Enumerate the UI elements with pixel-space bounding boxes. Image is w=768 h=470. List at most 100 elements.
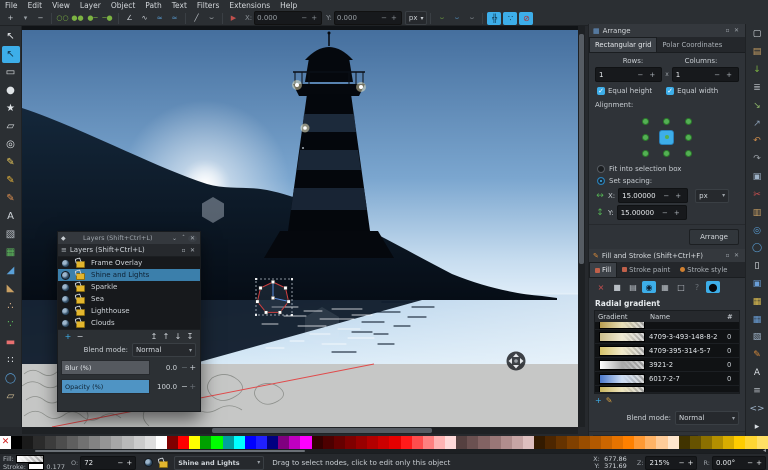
palette-swatch[interactable] bbox=[701, 436, 712, 449]
lower-layer-bottom-button[interactable]: ↧ bbox=[184, 332, 196, 341]
layers-opacity-slider[interactable]: Opacity (%) bbox=[61, 379, 150, 394]
paint-mesh-button[interactable]: ⬤ bbox=[706, 281, 720, 293]
calligraphy-tool[interactable]: ✎ bbox=[2, 190, 20, 207]
palette-swatch[interactable] bbox=[478, 436, 489, 449]
delete-segment-icon[interactable]: ─● bbox=[101, 12, 114, 25]
menu-extensions[interactable]: Extensions bbox=[224, 0, 275, 11]
palette-swatch[interactable] bbox=[278, 436, 289, 449]
zoom-drawing-icon[interactable]: ◎ bbox=[749, 222, 766, 239]
dialog-maximize-icon[interactable]: ˆ bbox=[179, 235, 188, 242]
layer-row[interactable]: Sparkle bbox=[58, 281, 200, 293]
layer-lock-icon[interactable] bbox=[76, 261, 85, 268]
layer-lock-icon[interactable] bbox=[76, 297, 85, 304]
fill-stroke-float-icon[interactable]: ▫ bbox=[723, 252, 732, 259]
zoom-spinbox[interactable]: 215% −+ bbox=[645, 456, 697, 470]
palette-swatch[interactable] bbox=[456, 436, 467, 449]
join-nodes-icon[interactable]: ●● bbox=[71, 12, 84, 25]
alignment-option[interactable] bbox=[659, 130, 674, 145]
add-gradient-button[interactable]: + bbox=[595, 396, 602, 405]
more-icon[interactable]: ▸ bbox=[749, 418, 766, 435]
edit-clipping-path-icon[interactable]: ⌣ bbox=[435, 12, 448, 25]
palette-swatch[interactable] bbox=[690, 436, 701, 449]
layer-lock-icon[interactable] bbox=[76, 273, 85, 280]
paint-linear-gradient-button[interactable]: ▤ bbox=[626, 281, 640, 293]
pencil-tool[interactable]: ✎ bbox=[2, 172, 20, 189]
opacity-spinbox[interactable]: 72 −+ bbox=[80, 456, 136, 470]
y-coordinate-field[interactable]: 0.000 −+ bbox=[334, 11, 402, 25]
spacing-x-spinbox[interactable]: 15.00000 −+ bbox=[618, 188, 688, 203]
spacing-unit-dropdown[interactable]: px▾ bbox=[695, 189, 729, 203]
measure-tool[interactable]: ▱ bbox=[2, 388, 20, 405]
ellipse-tool[interactable]: ● bbox=[2, 82, 20, 99]
add-layer-button[interactable]: + bbox=[62, 332, 74, 341]
alignment-option[interactable] bbox=[642, 134, 649, 141]
layer-visible-icon[interactable] bbox=[61, 259, 70, 268]
menu-edit[interactable]: Edit bbox=[23, 0, 48, 11]
show-path-outline-toggle-toggle[interactable]: ⊘ bbox=[519, 12, 533, 25]
canvas-vertical-scrollbar[interactable] bbox=[578, 26, 585, 427]
panel-float-icon[interactable]: ▫ bbox=[179, 247, 188, 254]
spiral-tool[interactable]: ◎ bbox=[2, 136, 20, 153]
paint-unknown-button[interactable]: ? bbox=[690, 281, 704, 293]
palette-swatch[interactable] bbox=[356, 436, 367, 449]
import-icon[interactable]: ↘ bbox=[749, 97, 766, 114]
unit-dropdown[interactable]: px▾ bbox=[405, 11, 428, 25]
menu-view[interactable]: View bbox=[47, 0, 75, 11]
paint-none-button[interactable]: × bbox=[594, 281, 608, 293]
print-icon[interactable]: ≣ bbox=[749, 79, 766, 96]
palette-swatch[interactable] bbox=[312, 436, 323, 449]
layer-lock-icon[interactable] bbox=[76, 321, 85, 328]
palette-swatch[interactable] bbox=[601, 436, 612, 449]
palette-swatch[interactable] bbox=[579, 436, 590, 449]
layer-lock-icon[interactable] bbox=[76, 309, 85, 316]
gradient-row[interactable]: 3921-20 bbox=[595, 358, 739, 372]
fill-stroke-close-icon[interactable]: ✕ bbox=[732, 252, 741, 259]
palette-swatch-none[interactable]: ✕ bbox=[0, 436, 11, 449]
layer-visible-icon[interactable] bbox=[61, 319, 70, 328]
tab-polar-coordinates[interactable]: Polar Coordinates bbox=[657, 37, 727, 52]
palette-swatch[interactable] bbox=[745, 436, 756, 449]
join-with-segment-icon[interactable]: ●─ bbox=[86, 12, 99, 25]
layer-row[interactable]: Lighthouse bbox=[58, 305, 200, 317]
connector-tool[interactable]: ∷ bbox=[2, 352, 20, 369]
palette-swatch[interactable] bbox=[367, 436, 378, 449]
menu-object[interactable]: Object bbox=[106, 0, 140, 11]
fs-blend-mode-dropdown[interactable]: Normal▾ bbox=[675, 411, 739, 425]
gradient-tool[interactable]: ▧ bbox=[2, 226, 20, 243]
paint-flat-button[interactable]: ■ bbox=[610, 281, 624, 293]
palette-swatch[interactable] bbox=[656, 436, 667, 449]
show-transform-handles-toggle[interactable]: ╬ bbox=[487, 12, 501, 25]
palette-swatch[interactable] bbox=[467, 436, 478, 449]
layer-lock-icon[interactable] bbox=[76, 285, 85, 292]
rows-spinbox[interactable]: 1 −+ bbox=[595, 67, 662, 82]
open-document-icon[interactable]: ▤ bbox=[749, 44, 766, 61]
mesh-gradient-tool[interactable]: ▦ bbox=[2, 244, 20, 261]
canvas[interactable]: ◆ Layers (Shift+Ctrl+L) ⌄ ˆ ✕ ≡ Layers (… bbox=[22, 26, 578, 427]
palette-swatch[interactable] bbox=[401, 436, 412, 449]
zoom-tool[interactable]: ◯ bbox=[2, 370, 20, 387]
palette-swatch[interactable] bbox=[590, 436, 601, 449]
palette-swatch[interactable] bbox=[22, 436, 33, 449]
alignment-option[interactable] bbox=[642, 118, 649, 125]
equal-height-checkbox[interactable]: ✓Equal height bbox=[597, 87, 652, 95]
edit-gradient-button[interactable]: ✎ bbox=[606, 396, 613, 405]
menu-text[interactable]: Text bbox=[167, 0, 192, 11]
layer-row[interactable]: Sea bbox=[58, 293, 200, 305]
palette-swatch[interactable] bbox=[300, 436, 311, 449]
palette-swatch[interactable] bbox=[45, 436, 56, 449]
page-icon[interactable]: ▯ bbox=[749, 258, 766, 275]
tweak-tool[interactable]: ∴ bbox=[2, 298, 20, 315]
palette-swatch[interactable] bbox=[634, 436, 645, 449]
layer-visible-icon[interactable] bbox=[61, 283, 70, 292]
palette-swatch[interactable] bbox=[712, 436, 723, 449]
unlink-clone-icon[interactable]: ▦ bbox=[749, 311, 766, 328]
layers-dialog-titlebar[interactable]: ◆ Layers (Shift+Ctrl+L) ⌄ ˆ ✕ bbox=[58, 232, 200, 244]
box3d-tool[interactable]: ▱ bbox=[2, 118, 20, 135]
current-layer-dropdown[interactable]: Shine and Lights▾ bbox=[174, 456, 264, 470]
palette-swatch[interactable] bbox=[78, 436, 89, 449]
fill-stroke-dialog-icon[interactable]: ✎ bbox=[749, 347, 766, 364]
menu-filters[interactable]: Filters bbox=[192, 0, 224, 11]
gradient-row[interactable] bbox=[595, 386, 739, 393]
palette-swatch[interactable] bbox=[245, 436, 256, 449]
dropper-tool[interactable]: ◢ bbox=[2, 262, 20, 279]
